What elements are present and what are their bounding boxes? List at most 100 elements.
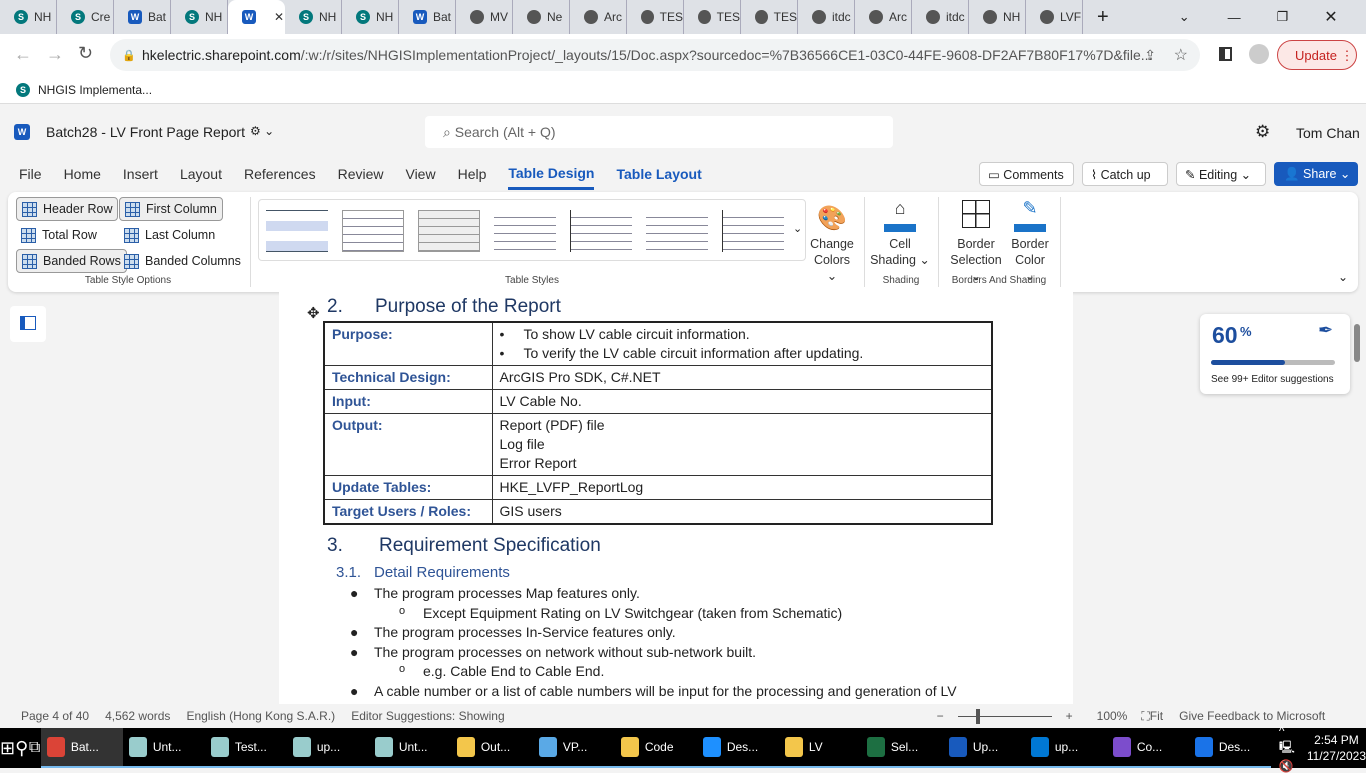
taskbar-app[interactable]: Unt...	[368, 728, 451, 768]
scrollbar-thumb[interactable]	[1354, 324, 1360, 362]
banded-columns-checkbox[interactable]: Banded Columns	[119, 249, 246, 273]
taskbar-app[interactable]: Up...	[942, 728, 1025, 768]
tray-icons[interactable]: ^ 🖳 🔇	[1279, 724, 1295, 773]
header-row-checkbox[interactable]: Header Row	[16, 197, 119, 221]
browser-tab[interactable]: S NH	[285, 0, 342, 34]
table-key-cell[interactable]: Update Tables:	[323, 475, 493, 500]
zoom-out-button[interactable]: −	[937, 709, 944, 723]
table-key-cell[interactable]: Technical Design:	[323, 365, 493, 390]
browser-tab[interactable]: TES	[741, 0, 798, 34]
star-icon[interactable]: ☆	[1174, 45, 1188, 65]
table-style-option[interactable]	[646, 210, 708, 252]
last-column-checkbox[interactable]: Last Column	[119, 223, 220, 247]
table-key-cell[interactable]: Input:	[323, 389, 493, 414]
restore-icon[interactable]: ❐	[1277, 9, 1289, 25]
menu-tab-insert[interactable]: Insert	[123, 160, 158, 188]
browser-tab[interactable]: W Bat	[114, 0, 171, 34]
browser-tab[interactable]: S Cre	[57, 0, 114, 34]
comments-button[interactable]: ▭ Comments	[979, 162, 1074, 186]
catchup-button[interactable]: ⌇ Catch up	[1082, 162, 1168, 186]
table-key-cell[interactable]: Target Users / Roles:	[323, 499, 493, 525]
zoom-slider[interactable]	[957, 708, 1052, 724]
gallery-more-icon[interactable]: ⌄	[793, 222, 802, 235]
share-icon[interactable]: ⇪	[1144, 47, 1156, 64]
taskbar-app[interactable]: LV	[778, 728, 861, 768]
first-column-checkbox[interactable]: First Column	[119, 197, 223, 221]
purpose-table[interactable]: Purpose: • To show LV cable circuit inform…	[323, 321, 993, 525]
menu-tab-table-layout[interactable]: Table Layout	[616, 160, 701, 188]
menu-tab-file[interactable]: File	[19, 160, 42, 188]
list-item[interactable]: e.g. Cable End to Cable End.	[423, 663, 604, 679]
table-style-option[interactable]	[418, 210, 480, 252]
browser-tab[interactable]: W ✕	[228, 0, 285, 34]
back-icon[interactable]: ←	[14, 44, 32, 65]
taskbar-app[interactable]: Bat...	[40, 728, 123, 768]
menu-tab-layout[interactable]: Layout	[180, 160, 222, 188]
browser-tab[interactable]: TES	[684, 0, 741, 34]
menu-tab-table-design[interactable]: Table Design	[508, 159, 595, 190]
collapse-ribbon-icon[interactable]: ⌄	[1338, 270, 1348, 284]
taskbar-app[interactable]: Test...	[204, 728, 287, 768]
new-tab-icon[interactable]: +	[1097, 6, 1109, 29]
menu-tab-references[interactable]: References	[244, 160, 316, 188]
browser-tab[interactable]: Ne	[513, 0, 570, 34]
list-item[interactable]: Except Equipment Rating on LV Switchgear…	[423, 605, 842, 621]
browser-tab[interactable]: itdc	[912, 0, 969, 34]
search-icon[interactable]: ⚲	[15, 738, 28, 759]
side-panel-icon[interactable]	[1219, 47, 1232, 61]
cell-shading-button[interactable]: ⌂ Cell Shading ⌄	[870, 199, 930, 268]
table-move-handle-icon[interactable]: ✥	[307, 304, 320, 322]
minimize-icon[interactable]: —	[1228, 10, 1241, 25]
close-window-icon[interactable]: ✕	[1324, 7, 1337, 27]
table-style-option[interactable]	[266, 210, 328, 252]
update-button[interactable]: Update ⋮	[1277, 40, 1357, 70]
table-style-option[interactable]	[342, 210, 404, 252]
banded-rows-checkbox[interactable]: Banded Rows	[16, 249, 127, 273]
browser-tab[interactable]: Arc	[570, 0, 627, 34]
table-value-cell[interactable]: Report (PDF) file Log file Error Report	[491, 413, 993, 476]
taskbar-app[interactable]: Co...	[1106, 728, 1189, 768]
windows-start-icon[interactable]: ⊞	[0, 738, 15, 759]
taskbar-app[interactable]: Des...	[1188, 728, 1271, 768]
table-style-option[interactable]	[494, 210, 556, 252]
browser-tab[interactable]: W Bat	[399, 0, 456, 34]
browser-tab[interactable]: TES	[627, 0, 684, 34]
menu-tab-home[interactable]: Home	[64, 160, 101, 188]
task-view-icon[interactable]: ⧉	[28, 739, 41, 757]
taskbar-app[interactable]: up...	[1024, 728, 1107, 768]
tab-search-icon[interactable]: ⌄	[1179, 9, 1190, 25]
user-name[interactable]: Tom Chan	[1296, 125, 1360, 141]
document-title[interactable]: Batch28 - LV Front Page Report	[46, 124, 245, 140]
browser-tab[interactable]: S NH	[342, 0, 399, 34]
taskbar-app[interactable]: Code	[614, 728, 697, 768]
browser-tab[interactable]: LVF	[1026, 0, 1083, 34]
table-value-cell[interactable]: HKE_LVFP_ReportLog	[491, 475, 993, 500]
table-style-option[interactable]	[722, 210, 784, 252]
table-value-cell[interactable]: LV Cable No.	[491, 389, 993, 414]
menu-tab-view[interactable]: View	[405, 160, 435, 188]
taskbar-app[interactable]: VP...	[532, 728, 615, 768]
taskbar-app[interactable]: Sel...	[860, 728, 943, 768]
menu-tab-review[interactable]: Review	[338, 160, 384, 188]
browser-tab[interactable]: S NH	[171, 0, 228, 34]
border-selection-button[interactable]: Border Selection ⌄	[944, 200, 1008, 284]
menu-tab-help[interactable]: Help	[458, 160, 487, 188]
share-button[interactable]: 👤 Share ⌄	[1274, 162, 1358, 186]
table-key-cell[interactable]: Purpose:	[323, 321, 493, 366]
taskbar-app[interactable]: Des...	[696, 728, 779, 768]
browser-tab[interactable]: MV	[456, 0, 513, 34]
reload-icon[interactable]: ↻	[78, 43, 93, 64]
list-item[interactable]: The program processes on network without…	[374, 644, 756, 660]
table-key-cell[interactable]: Output:	[323, 413, 493, 476]
list-item[interactable]: The program processes In-Service feature…	[374, 624, 676, 640]
browser-tab[interactable]: itdc	[798, 0, 855, 34]
change-colors-button[interactable]: 🎨 Change Colors ⌄	[808, 202, 856, 284]
list-item[interactable]: The program processes Map features only.	[374, 585, 640, 601]
border-color-button[interactable]: ✎ Border Color ⌄	[1010, 199, 1050, 284]
url-input[interactable]: 🔒 hkelectric.sharepoint.com/:w:/r/sites/N…	[110, 39, 1200, 71]
total-row-checkbox[interactable]: Total Row	[16, 223, 102, 247]
table-value-cell[interactable]: • To show LV cable circuit information. • T…	[491, 321, 993, 366]
profile-icon[interactable]	[1249, 44, 1269, 64]
editor-score-card[interactable]: 60% ✒ See 99+ Editor suggestions	[1200, 314, 1350, 394]
list-item[interactable]: A cable number or a list of cable number…	[374, 683, 957, 699]
